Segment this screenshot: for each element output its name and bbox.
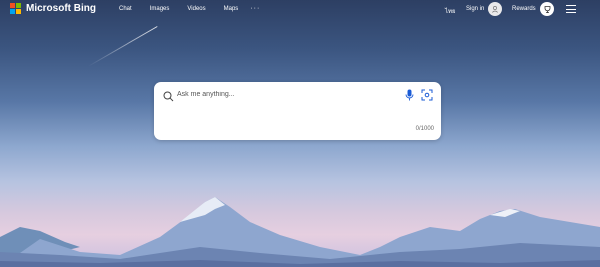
nav-images[interactable]: Images (150, 6, 170, 12)
nav-videos[interactable]: Videos (187, 6, 205, 12)
more-nav-button[interactable]: ··· (250, 5, 260, 12)
signin-button[interactable]: Sign in (466, 6, 484, 12)
top-nav: Chat Images Videos Maps ··· (119, 5, 260, 12)
search-icon (163, 89, 174, 107)
visual-search-icon[interactable] (421, 88, 433, 106)
avatar-icon[interactable] (488, 2, 502, 16)
brand-name: Microsoft Bing (26, 3, 96, 14)
search-input[interactable] (177, 88, 387, 100)
mountain-range (0, 197, 600, 267)
rewards-button[interactable]: Rewards (512, 6, 536, 12)
top-bar: Microsoft Bing Chat Images Videos Maps ·… (0, 0, 600, 20)
nav-maps[interactable]: Maps (224, 6, 239, 12)
microsoft-logo-icon (10, 3, 21, 14)
language-switch[interactable]: ไทย (445, 6, 456, 16)
hamburger-menu-icon[interactable] (566, 5, 576, 13)
search-box: 0/1000 (154, 82, 441, 140)
nav-chat[interactable]: Chat (119, 6, 132, 12)
microphone-icon[interactable] (405, 88, 414, 106)
rewards-trophy-icon[interactable] (540, 2, 554, 16)
bing-logo[interactable]: Microsoft Bing (10, 3, 96, 14)
character-counter: 0/1000 (415, 126, 434, 132)
